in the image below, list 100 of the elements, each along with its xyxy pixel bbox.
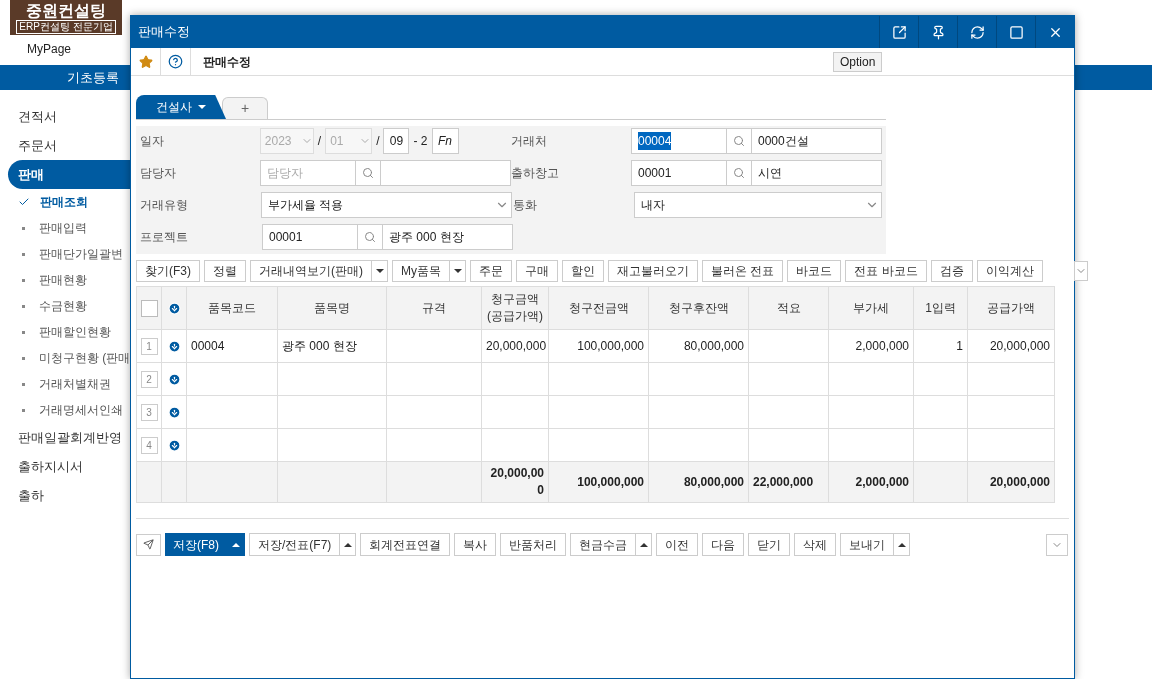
fn-button[interactable]: Fn (431, 128, 459, 154)
footer-button[interactable]: 복사 (454, 533, 497, 556)
toolbar-button[interactable]: 정렬 (204, 260, 246, 282)
name-field[interactable]: 시연 (752, 160, 882, 186)
table-cell: 20,000,000 (486, 339, 547, 353)
sidebar-item[interactable]: 출하 (0, 481, 130, 510)
logo[interactable]: 중원컨설팅 ERP컨설팅 전문기업 (10, 0, 122, 35)
name-field[interactable]: 광주 000 현장 (383, 224, 513, 250)
bullet-icon (22, 278, 25, 282)
dropdown-button[interactable] (340, 533, 357, 556)
send-button[interactable] (136, 533, 161, 556)
menu-tab[interactable]: 기초등록 (67, 67, 119, 88)
code-field[interactable]: 00004 (631, 128, 727, 154)
total-cell: 80,000,000 (683, 474, 744, 489)
placeholder: 담당자 (266, 165, 303, 182)
dropdown-button[interactable] (636, 533, 653, 556)
total-cell: 2,000,000 (855, 474, 909, 489)
sidebar-subitem[interactable]: 판매할인현황 (39, 323, 111, 341)
sidebar-subitem[interactable]: 미청구현황 (판매 (39, 349, 131, 367)
day-field[interactable]: 09 (383, 128, 410, 154)
table-cell: 1 (956, 339, 963, 353)
search-icon (733, 135, 745, 147)
toolbar-button[interactable]: 전표 바코드 (845, 260, 927, 282)
page-title: 판매수정 (203, 53, 252, 71)
dropdown-button[interactable] (894, 533, 911, 556)
dropdown-button[interactable] (372, 260, 388, 282)
toolbar-button[interactable]: 거래내역보기(판매) (250, 260, 372, 282)
toolbar-button[interactable]: 할인 (562, 260, 604, 282)
footer-button[interactable]: 보내기 (840, 533, 895, 556)
mypage-link[interactable]: MyPage (27, 40, 72, 58)
arrow-down-icon (167, 301, 181, 315)
toolbar-button[interactable]: 주문 (470, 260, 512, 282)
dropdown-button[interactable] (227, 533, 245, 556)
table-cell: 20,000,000 (989, 339, 1050, 353)
bullet-icon (22, 382, 25, 386)
footer-button[interactable]: 이전 (656, 533, 699, 556)
checkbox[interactable] (140, 299, 158, 317)
sidebar-item[interactable]: 판매 (8, 160, 130, 189)
toolbar-button[interactable]: My품목 (392, 260, 450, 282)
maximize-icon (1008, 24, 1024, 40)
footer-button[interactable]: 반품처리 (500, 533, 567, 556)
sidebar-subitem[interactable]: 판매단가일괄변 (39, 245, 123, 263)
column-header: 청구전금액 (548, 286, 649, 330)
star-icon[interactable] (138, 54, 153, 69)
name-field[interactable]: 0000건설 (752, 128, 882, 154)
arrow-down-icon (167, 372, 181, 386)
sidebar-subitem[interactable]: 거래처별채권 (39, 375, 111, 393)
caret-icon (897, 542, 906, 547)
tab[interactable]: + (222, 97, 269, 119)
sidebar-subitem[interactable]: 수금현황 (39, 297, 87, 315)
option-button[interactable]: Option (833, 51, 883, 72)
total-cell: 22,000,000 (753, 474, 814, 489)
footer-button[interactable]: 현금수금 (570, 533, 637, 556)
logo-subtitle: ERP컨설팅 전문기업 (16, 19, 116, 34)
code-field[interactable]: 00001 (262, 224, 358, 250)
sidebar-item[interactable]: 주문서 (0, 131, 130, 160)
toolbar-button[interactable]: 구매 (516, 260, 558, 282)
footer-button[interactable]: 삭제 (794, 533, 837, 556)
toolbar-button[interactable]: 재고불러오기 (608, 260, 698, 282)
field-label: 통화 (513, 197, 539, 214)
sidebar-item[interactable]: 판매일괄회계반영 (0, 423, 130, 452)
code-text: 00001 (269, 229, 303, 246)
select-field[interactable]: 내자 (633, 192, 882, 218)
sidebar-item[interactable]: 견적서 (0, 102, 130, 131)
sidebar-subitem[interactable]: 판매현황 (39, 271, 87, 289)
tab[interactable]: 건설사 (136, 95, 226, 119)
help-icon[interactable] (168, 54, 183, 69)
code-field[interactable]: 00001 (631, 160, 727, 186)
search-icon (361, 167, 374, 179)
select-field[interactable]: 부가세율 적용 (260, 192, 512, 218)
table-cell: 2,000,000 (855, 339, 909, 353)
sidebar-subitem[interactable]: 판매조회 (40, 193, 88, 211)
sidebar-item[interactable]: 출하지시서 (0, 452, 130, 481)
toolbar-button[interactable]: 찾기(F3) (136, 260, 200, 282)
dropdown-button[interactable] (450, 260, 466, 282)
table-cell: 100,000,000 (577, 339, 644, 353)
footer-button[interactable]: 다음 (702, 533, 745, 556)
footer-button[interactable]: 회계전표연결 (360, 533, 451, 556)
check-icon (18, 196, 30, 208)
name-field[interactable] (380, 160, 511, 186)
column-header: 적요 (748, 286, 829, 330)
footer-button[interactable]: 저장/전표(F7) (249, 533, 341, 556)
footer-button[interactable]: 닫기 (748, 533, 791, 556)
total-cell: 20,000,000 (490, 466, 544, 497)
toolbar-button[interactable]: 바코드 (787, 260, 842, 282)
date-separator: / (376, 133, 380, 150)
send-icon (143, 539, 154, 550)
caret-icon (375, 269, 384, 273)
toolbar-button[interactable]: 이익계산 (976, 260, 1043, 282)
toolbar-button[interactable]: 검증 (930, 260, 973, 282)
footer-button[interactable]: 저장(F8) (165, 533, 227, 556)
bullet-icon (22, 356, 25, 360)
column-header: 품목코드 (186, 286, 278, 330)
sidebar-subitem[interactable]: 판매입력 (39, 219, 87, 237)
bullet-icon (22, 304, 25, 308)
column-header: 공급가액 (967, 286, 1055, 330)
window-title: 판매수정 (138, 23, 190, 42)
toolbar-button[interactable]: 불러온 전표 (702, 260, 784, 282)
date-suffix: - 2 (413, 133, 428, 150)
sidebar-subitem[interactable]: 거래명세서인쇄 (39, 401, 123, 419)
